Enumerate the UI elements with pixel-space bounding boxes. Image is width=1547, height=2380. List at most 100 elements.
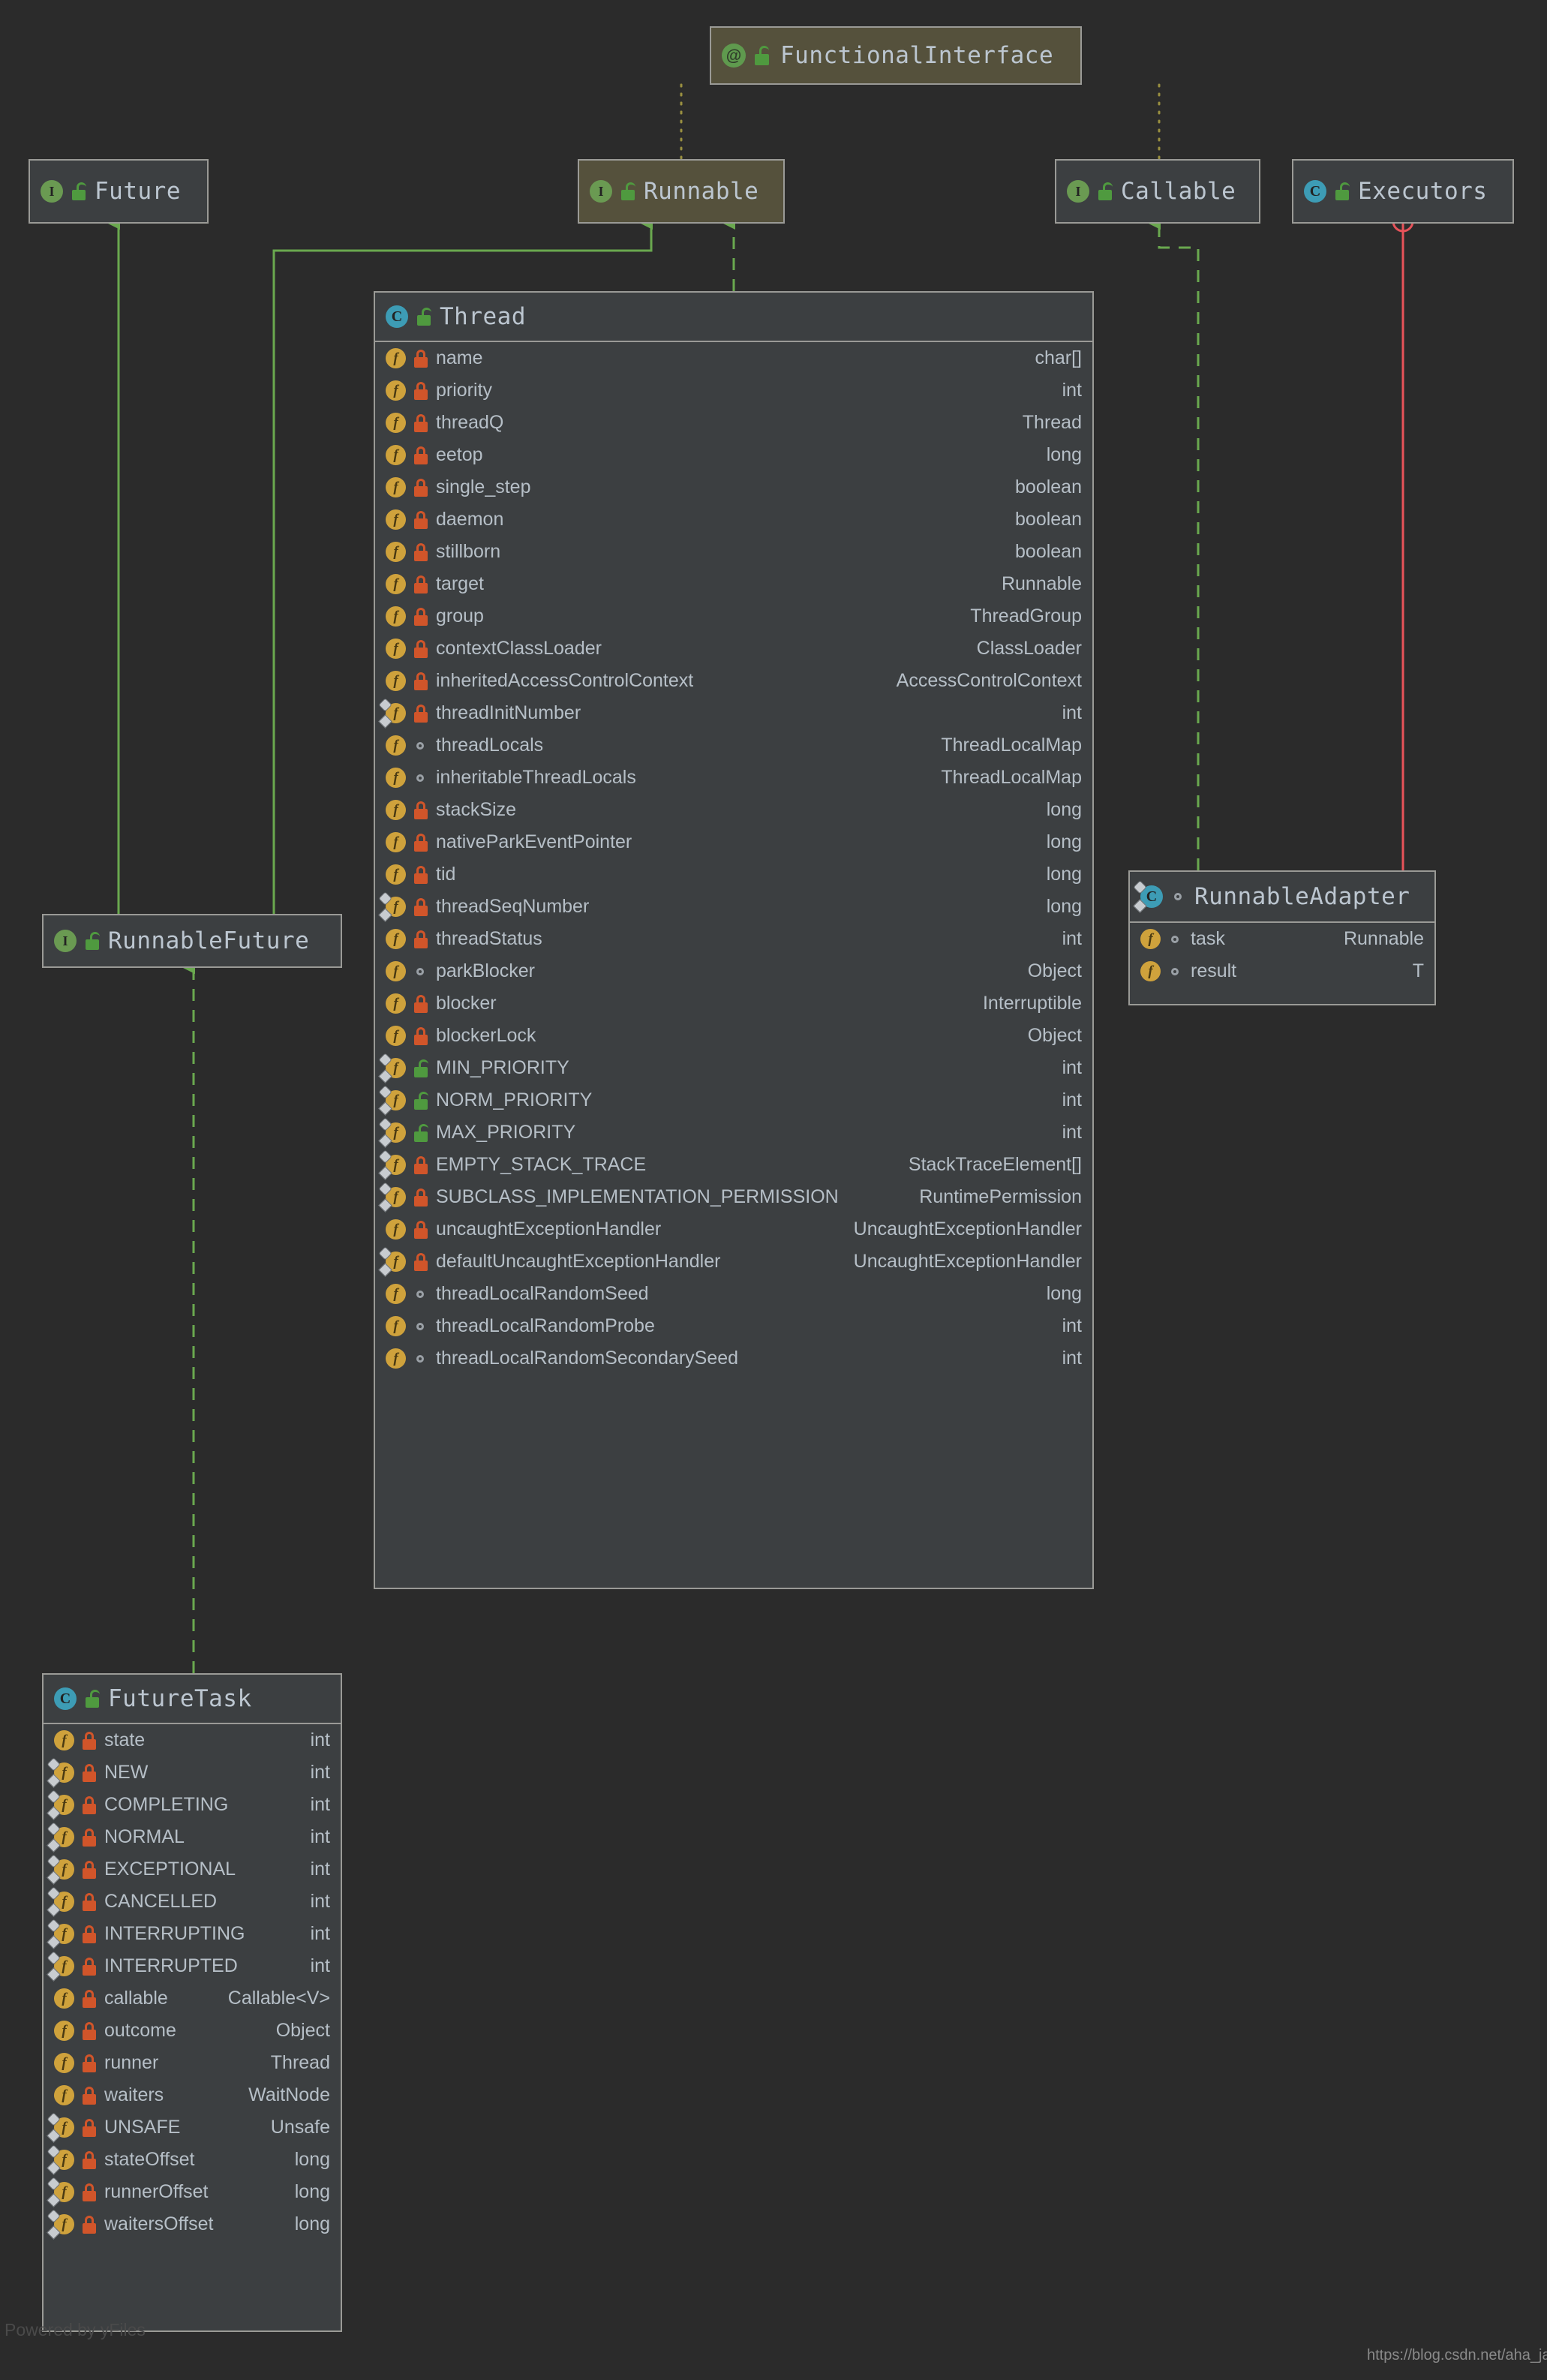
field-row[interactable]: fNORMALint [44, 1821, 341, 1853]
field-row[interactable]: funcaughtExceptionHandlerUncaughtExcepti… [375, 1213, 1092, 1246]
package-private-icon [413, 737, 429, 755]
field-name: defaultUncaughtExceptionHandler [436, 1251, 720, 1273]
annotation-icon: @ [722, 44, 746, 68]
field-row[interactable]: ftaskRunnable [1130, 923, 1434, 955]
field-icon: f [54, 1730, 74, 1750]
node-thread[interactable]: C Thread fnamechar[]fpriorityintfthreadQ… [374, 291, 1094, 1589]
field-name: threadInitNumber [436, 702, 581, 724]
field-row[interactable]: fthreadQThread [375, 407, 1092, 439]
field-row[interactable]: fcontextClassLoaderClassLoader [375, 633, 1092, 665]
field-row[interactable]: fthreadLocalRandomSecondarySeedint [375, 1342, 1092, 1375]
field-icon: f [1140, 961, 1161, 981]
field-type: int [300, 1826, 330, 1848]
node-runnable-adapter[interactable]: C RunnableAdapter ftaskRunnablefresultT [1128, 870, 1436, 1005]
field-name: threadSeqNumber [436, 896, 589, 918]
field-row[interactable]: ftidlong [375, 858, 1092, 891]
field-row[interactable]: fparkBlockerObject [375, 955, 1092, 987]
field-row[interactable]: fCANCELLEDint [44, 1886, 341, 1918]
field-icon: f [386, 993, 406, 1014]
field-row[interactable]: fMIN_PRIORITYint [375, 1052, 1092, 1084]
field-row[interactable]: fUNSAFEUnsafe [44, 2111, 341, 2144]
field-row[interactable]: fsingle_stepboolean [375, 471, 1092, 503]
field-name: waiters [104, 2084, 164, 2106]
field-row[interactable]: fEXCEPTIONALint [44, 1853, 341, 1886]
field-type: long [1036, 1283, 1082, 1305]
field-row[interactable]: fresultT [1130, 955, 1434, 987]
lock-open-public-icon [413, 1059, 429, 1077]
field-row[interactable]: fthreadLocalsThreadLocalMap [375, 729, 1092, 762]
node-future-task[interactable]: C FutureTask fstateintfNEWintfCOMPLETING… [42, 1673, 342, 2332]
field-row[interactable]: finheritedAccessControlContextAccessCont… [375, 665, 1092, 697]
lock-closed-private-icon [81, 2216, 98, 2234]
field-type: int [1052, 928, 1082, 950]
field-row[interactable]: fblockerLockObject [375, 1020, 1092, 1052]
lock-closed-private-icon [413, 1156, 429, 1174]
field-icon: f [386, 380, 406, 401]
field-name: daemon [436, 509, 503, 530]
field-row[interactable]: fstateOffsetlong [44, 2144, 341, 2176]
field-row[interactable]: finheritableThreadLocalsThreadLocalMap [375, 762, 1092, 794]
field-icon: f [386, 1348, 406, 1369]
field-row[interactable]: frunnerOffsetlong [44, 2176, 341, 2208]
node-future[interactable]: I Future [29, 159, 209, 224]
field-row[interactable]: feetoplong [375, 439, 1092, 471]
field-icon: f [386, 768, 406, 788]
field-row[interactable]: fCOMPLETINGint [44, 1789, 341, 1821]
field-row[interactable]: fstackSizelong [375, 794, 1092, 826]
field-row[interactable]: fthreadLocalRandomProbeint [375, 1310, 1092, 1342]
field-row[interactable]: fNORM_PRIORITYint [375, 1084, 1092, 1116]
field-row[interactable]: fpriorityint [375, 374, 1092, 407]
field-row[interactable]: fINTERRUPTINGint [44, 1918, 341, 1950]
field-row[interactable]: fstateint [44, 1724, 341, 1756]
node-executors[interactable]: C Executors [1292, 159, 1514, 224]
field-row[interactable]: frunnerThread [44, 2047, 341, 2079]
lock-closed-private-icon [81, 2151, 98, 2169]
field-row[interactable]: foutcomeObject [44, 2015, 341, 2047]
node-callable[interactable]: I Callable [1055, 159, 1260, 224]
node-runnable-future[interactable]: I RunnableFuture [42, 914, 342, 968]
field-row[interactable]: fEMPTY_STACK_TRACEStackTraceElement[] [375, 1149, 1092, 1181]
lock-closed-private-icon [413, 705, 429, 723]
lock-closed-private-icon [413, 543, 429, 561]
field-list: f state int fNEWintfCOMPLETINGintfNORMALint… [44, 1724, 341, 2240]
field-type: int [1052, 1122, 1082, 1143]
node-title: FutureTask [108, 1685, 252, 1712]
lock-open-public-icon [416, 308, 432, 326]
field-row[interactable]: fblockerInterruptible [375, 987, 1092, 1020]
field-name: group [436, 606, 484, 627]
node-runnable[interactable]: I Runnable [578, 159, 785, 224]
lock-closed-private-icon [413, 446, 429, 464]
node-title: Runnable [644, 178, 758, 205]
field-row[interactable]: fSUBCLASS_IMPLEMENTATION_PERMISSIONRunti… [375, 1181, 1092, 1213]
lock-closed-private-icon [81, 1732, 98, 1750]
node-functional-interface[interactable]: @ FunctionalInterface [710, 26, 1082, 85]
field-row[interactable]: fwaitersOffsetlong [44, 2208, 341, 2240]
field-icon: f [54, 2182, 74, 2202]
field-row[interactable]: fgroupThreadGroup [375, 600, 1092, 633]
field-row[interactable]: fINTERRUPTEDint [44, 1950, 341, 1982]
field-row[interactable]: fcallableCallable<V> [44, 1982, 341, 2015]
field-row[interactable]: fnativeParkEventPointerlong [375, 826, 1092, 858]
field-row[interactable]: fdefaultUncaughtExceptionHandlerUncaught… [375, 1246, 1092, 1278]
source-url-watermark: https://blog.csdn.net/aha_jasper [1367, 2347, 1547, 2364]
field-row[interactable]: fNEWint [44, 1756, 341, 1789]
lock-closed-private-icon [413, 414, 429, 432]
field-row[interactable]: ftargetRunnable [375, 568, 1092, 600]
field-name: inheritedAccessControlContext [436, 670, 693, 692]
field-row[interactable]: fdaemonboolean [375, 503, 1092, 536]
field-type: long [284, 2149, 330, 2171]
field-name: EMPTY_STACK_TRACE [436, 1154, 646, 1176]
field-row[interactable]: fthreadSeqNumberlong [375, 891, 1092, 923]
lock-open-public-icon [1097, 182, 1113, 200]
lock-closed-private-icon [413, 672, 429, 690]
field-row[interactable]: fthreadInitNumberint [375, 697, 1092, 729]
field-row[interactable]: fthreadStatusint [375, 923, 1092, 955]
field-row[interactable]: fwaitersWaitNode [44, 2079, 341, 2111]
field-row[interactable]: fnamechar[] [375, 342, 1092, 374]
lock-closed-private-icon [413, 801, 429, 819]
field-name: state [104, 1729, 145, 1751]
field-row[interactable]: fstillbornboolean [375, 536, 1092, 568]
field-row[interactable]: fthreadLocalRandomSeedlong [375, 1278, 1092, 1310]
node-title: Thread [440, 303, 526, 330]
field-row[interactable]: fMAX_PRIORITYint [375, 1116, 1092, 1149]
